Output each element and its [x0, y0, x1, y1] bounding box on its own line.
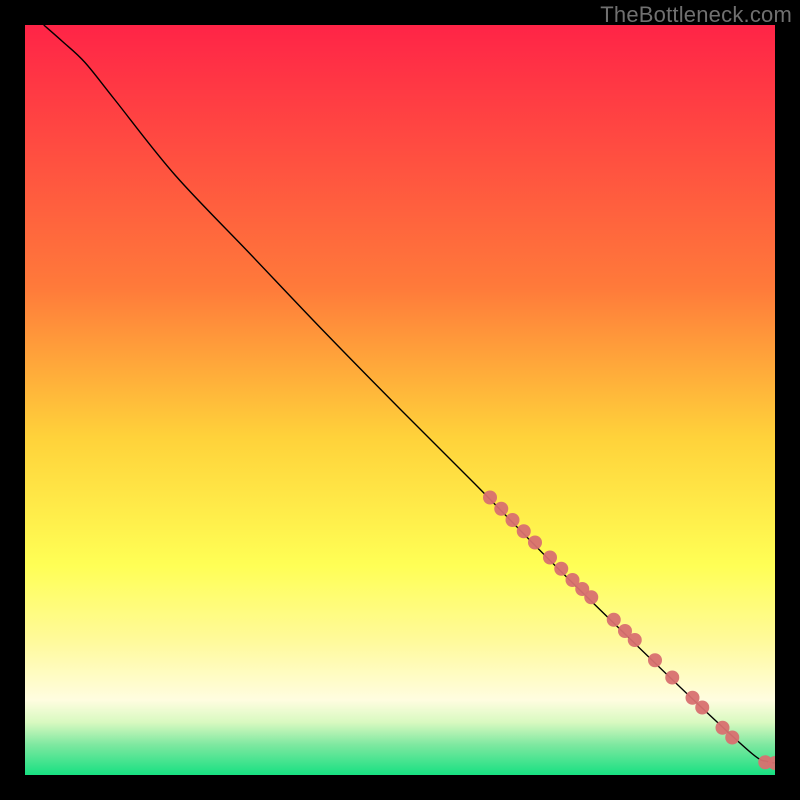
scatter-point	[528, 536, 542, 550]
scatter-point	[517, 524, 531, 538]
scatter-point	[695, 701, 709, 715]
watermark-text: TheBottleneck.com	[600, 2, 792, 28]
scatter-point	[607, 613, 621, 627]
scatter-point	[665, 671, 679, 685]
scatter-point	[628, 633, 642, 647]
scatter-point	[584, 590, 598, 604]
scatter-point	[648, 653, 662, 667]
scatter-point	[725, 731, 739, 745]
scatter-point	[494, 502, 508, 516]
chart-background	[25, 25, 775, 775]
scatter-point	[543, 551, 557, 565]
scatter-point	[554, 562, 568, 576]
scatter-point	[483, 491, 497, 505]
bottleneck-chart	[25, 25, 775, 775]
scatter-point	[506, 513, 520, 527]
